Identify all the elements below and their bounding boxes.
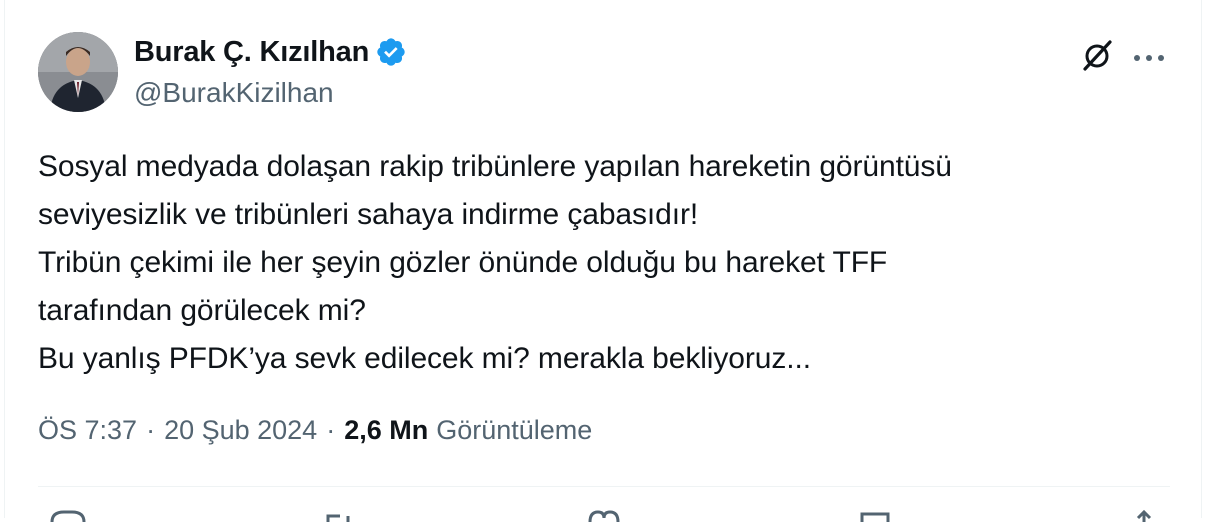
tweet-meta: ÖS 7:37 · 20 Şub 2024 · 2,6 Mn Görüntüle… [38,415,592,446]
divider [38,486,1170,487]
grok-icon[interactable] [1080,38,1114,72]
views-count: 2,6 Mn [344,415,429,445]
reply-icon[interactable] [48,508,88,522]
share-icon[interactable] [1124,508,1164,522]
tweet-text: Sosyal medyada dolaşan rakip tribünlere … [38,143,1178,383]
verified-badge-icon[interactable] [375,36,407,68]
avatar[interactable] [38,32,118,112]
meta-separator: · [146,415,156,445]
more-icon[interactable] [1132,50,1166,61]
tweet-time[interactable]: ÖS 7:37 [38,415,137,446]
tweet-text-line: Bu yanlış PFDK’ya sevk edilecek mi? mera… [38,342,811,375]
views-label: Görüntüleme [436,415,593,445]
tweet-text-line: Sosyal medyada dolaşan rakip tribünlere … [38,150,952,183]
bookmark-icon[interactable] [856,508,896,522]
like-icon[interactable] [584,508,624,522]
meta-separator: · [326,415,336,445]
author-display-name[interactable]: Burak Ç. Kızılhan [134,34,369,70]
author-handle[interactable]: @BurakKizilhan [134,76,334,110]
tweet-text-line: seviyesizlik ve tribünleri sahaya indirm… [38,198,699,231]
repost-icon[interactable] [320,508,360,522]
tweet-text-line: Tribün çekimi ile her şeyin gözler önünd… [38,246,888,279]
tweet-text-line: tarafından görülecek mi? [38,294,366,327]
tweet-date[interactable]: 20 Şub 2024 [164,415,317,446]
author-name-row[interactable]: Burak Ç. Kızılhan [134,34,407,70]
